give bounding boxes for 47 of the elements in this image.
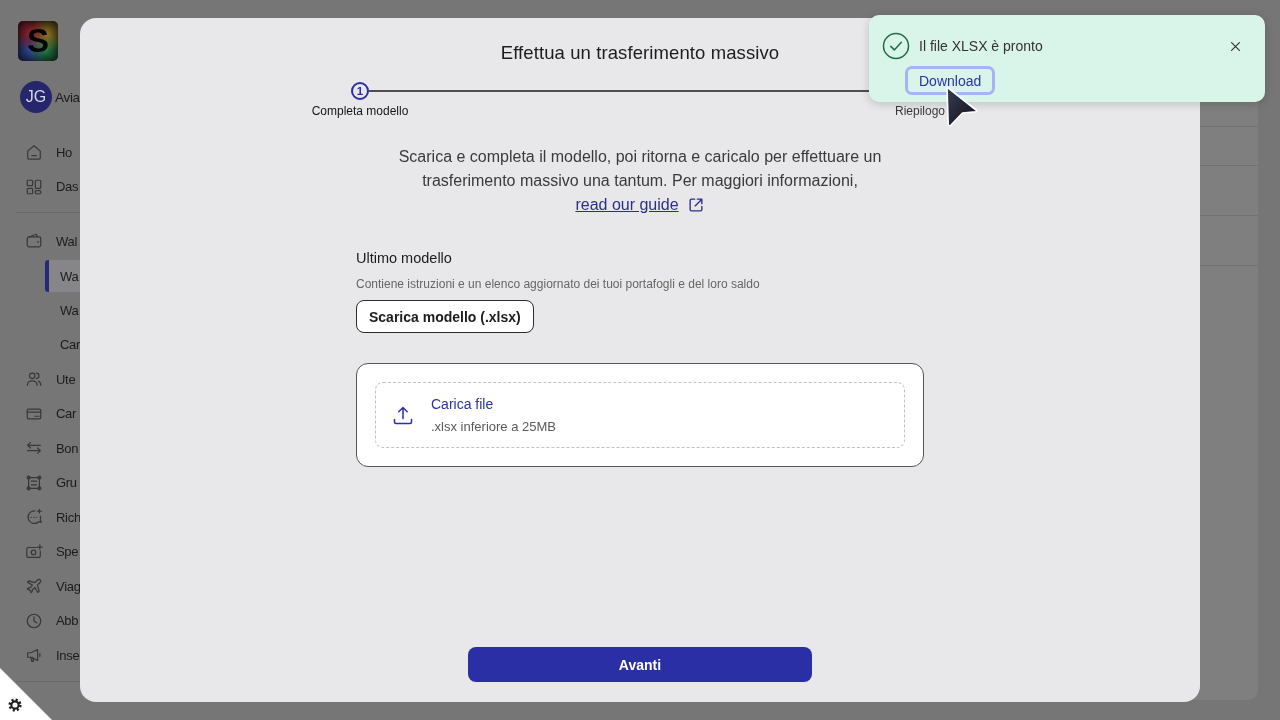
intro-text: Scarica e completa il modello, poi ritorna e caricalo per effettuare un trasferimento massivo una tantum. Per maggiori informazioni, read our guide [385, 145, 895, 217]
user-name: Avia [55, 89, 80, 105]
home-icon [25, 143, 43, 161]
grid-icon [25, 177, 43, 196]
sidebar-item[interactable]: Viag [25, 568, 80, 604]
step-label: Completa modello [311, 104, 409, 118]
sidebar-item[interactable]: Spe [25, 534, 80, 569]
next-button[interactable]: Avanti [468, 647, 812, 682]
sidebar-item[interactable]: Abb [25, 603, 80, 638]
clock-icon [25, 611, 43, 630]
file-hint: .xlsx inferiore a 25MB [431, 417, 556, 436]
file-drop-zone[interactable]: Carica file .xlsx inferiore a 25MB [375, 382, 905, 448]
swap-arrows-icon [25, 439, 43, 457]
user-avatar[interactable]: JG [20, 81, 52, 113]
sidebar-item[interactable]: Inse [25, 637, 80, 673]
sidebar-item[interactable]: Wal [25, 223, 80, 259]
section-description: Contiene istruzioni e un elenco aggiornato dei tuoi portafogli e del loro saldo [356, 276, 760, 292]
section-heading: Ultimo modello [356, 249, 452, 267]
download-template-button[interactable]: Scarica modello (.xlsx) [356, 300, 534, 333]
step-label: Riepilogo [894, 104, 945, 118]
sidebar-item[interactable]: Bon [25, 430, 80, 466]
sidebar-item[interactable]: Ute [25, 361, 80, 397]
users-icon [25, 370, 43, 388]
sidebar-item[interactable]: Car [25, 396, 80, 431]
step-marker: 1 [351, 82, 369, 100]
external-link-icon [686, 196, 705, 214]
settings-icon[interactable] [8, 698, 22, 712]
toast-message: Il file XLSX è pronto [919, 38, 1043, 54]
plane-icon [25, 577, 43, 595]
wallet-icon [25, 232, 43, 250]
chat-plus-icon [25, 508, 43, 526]
check-circle-icon [882, 32, 910, 60]
sidebar-item[interactable]: Ho [25, 134, 80, 170]
sidebar-item[interactable]: Das [25, 169, 80, 204]
dialog-title: Effettua un trasferimento massivo [500, 41, 780, 65]
sidebar-item[interactable]: Gru [25, 465, 80, 500]
upload-link[interactable]: Carica file [431, 393, 556, 414]
frame-icon [25, 473, 43, 492]
sidebar-subitem[interactable]: Wa [45, 294, 80, 327]
app-logo[interactable]: S [18, 21, 58, 61]
guide-link[interactable]: read our guide [575, 193, 705, 217]
close-icon [1229, 40, 1241, 52]
banknote-plus-icon [25, 542, 43, 561]
sidebar-subitem[interactable]: Car [45, 328, 80, 361]
sidebar-item[interactable]: Rich [25, 499, 80, 535]
megaphone-icon [25, 646, 43, 664]
sidebar-subitem[interactable]: Wa [45, 260, 80, 293]
